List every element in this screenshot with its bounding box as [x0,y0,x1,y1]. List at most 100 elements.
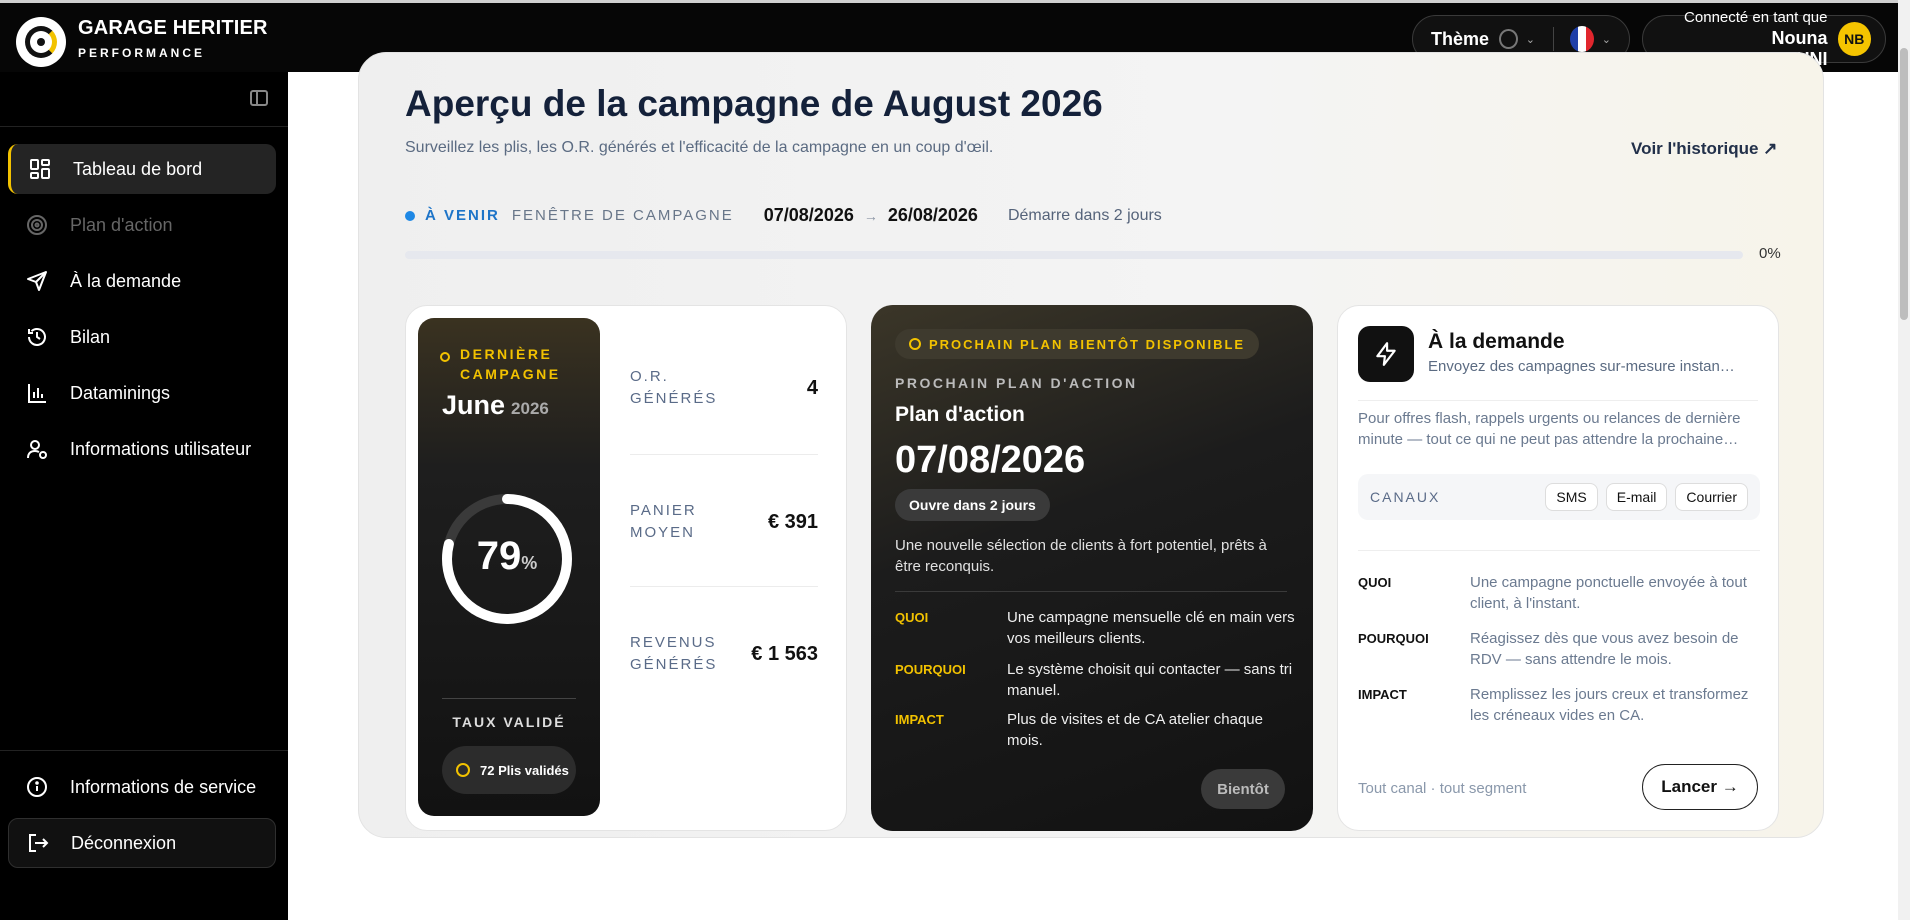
clock-icon [909,338,921,350]
bar-chart-icon [24,380,50,406]
sidebar-item-dataminings[interactable]: Dataminings [8,368,276,418]
on-demand-footer: Tout canal · tout segment [1358,780,1527,797]
sidebar-item-tableau-de-bord[interactable]: Tableau de bord [8,144,276,194]
campaign-progress-bar [405,251,1743,259]
row-key: IMPACT [895,712,944,727]
plan-row-impact: IMPACT Plus de visites et de CA atelier c… [895,709,1295,751]
lightning-icon [1358,326,1414,382]
on-demand-subtitle: Envoyez des campagnes sur-mesure instan… [1428,358,1735,375]
theme-chevron-down-icon[interactable]: ⌄ [1526,33,1535,46]
progress-percent: 0% [1759,245,1781,262]
arrow-right-icon: → [863,207,878,224]
check-circle-icon [456,763,470,777]
row-key: QUOI [895,610,929,625]
divider [1358,400,1758,401]
sidebar-item-informations-utilisateur[interactable]: Informations utilisateur [8,424,276,474]
sidebar: Tableau de bord Plan d'action À la deman… [0,72,288,920]
next-plan-description: Une nouvelle sélection de clients à fort… [895,537,1267,575]
sidebar-item-label: Bilan [70,326,111,347]
status-badge: À VENIR [425,207,500,224]
target-icon [24,212,50,238]
plan-row-quoi: QUOI Une campagne mensuelle clé en main v… [895,607,1295,649]
status-dot-icon [405,210,415,221]
date-end: 26/08/2026 [887,205,978,225]
brand-logo-icon[interactable] [16,17,66,67]
logout-icon [25,830,51,856]
last-campaign-panel: DERNIÈRE CAMPAGNE June 2026 79% TAUX VALI… [418,318,600,816]
last-campaign-tag: DERNIÈRE CAMPAGNE [460,346,561,382]
logout-button[interactable]: Déconnexion [8,818,276,868]
stat-or-generes: O.R. GÉNÉRÉS 4 [630,366,818,410]
clock-icon [440,352,450,362]
row-value: Le système choisit qui contacter — sans … [1007,661,1293,699]
page-subtitle: Surveillez les plis, les O.R. générés et… [405,139,994,156]
stat-panier-moyen: PANIER MOYEN € 391 [630,500,818,544]
row-key: POURQUOI [895,662,966,677]
lancer-button[interactable]: Lancer → [1642,764,1758,810]
rate-label: TAUX VALIDÉ [452,714,566,730]
scrollbar[interactable] [1898,0,1910,920]
page-title: Aperçu de la campagne de August 2026 [405,83,1103,124]
user-settings-icon [24,436,50,462]
divider [1358,550,1760,551]
rate-unit: % [521,553,538,573]
divider [630,454,818,455]
sidebar-item-label: Déconnexion [71,832,177,853]
sidebar-item-a-la-demande[interactable]: À la demande [8,256,276,306]
divider [0,126,288,127]
history-link[interactable]: Voir l'historique ↗ [1631,139,1777,159]
main-content: Aperçu de la campagne de August 2026 Sur… [288,52,1898,920]
row-value: Plus de visites et de CA atelier chaque … [1007,711,1263,749]
sidebar-item-label: À la demande [70,270,182,291]
plan-row-pourquoi: POURQUOI Le système choisit qui contacter… [895,659,1295,701]
rate-value: 79% [440,534,574,579]
starts-in: Démarre dans 2 jours [1007,206,1162,224]
on-demand-card: À la demande Envoyez des campagnes sur-m… [1337,305,1779,831]
rate-number: 79 [476,534,522,578]
sidebar-item-bilan[interactable]: Bilan [8,312,276,362]
brand-name: GARAGE HERITIER [78,17,268,39]
theme-label[interactable]: Thème [1431,29,1489,50]
next-plan-badge: PROCHAIN PLAN BIENTÔT DISPONIBLE [895,329,1260,359]
plis-badge: 72 Plis validés [442,746,576,794]
channel-chip-sms: SMS [1545,483,1598,511]
stat-label: PANIER MOYEN [630,502,697,541]
on-demand-row-impact: IMPACT Remplissez les jours creux et tran… [1358,684,1760,726]
last-campaign-card: DERNIÈRE CAMPAGNE June 2026 79% TAUX VALI… [405,305,847,831]
dashboard-icon [27,156,53,182]
logged-in-label: Connecté en tant que [1684,8,1828,26]
next-plan-label: PROCHAIN PLAN D'ACTION [895,375,1138,391]
french-flag-icon[interactable] [1569,26,1594,52]
avatar[interactable]: NB [1837,22,1871,56]
stat-label: REVENUS GÉNÉRÉS [630,634,718,673]
divider [895,591,1287,592]
divider [442,698,576,699]
sidebar-item-label: Informations de service [70,776,257,797]
sidebar-item-plan-action[interactable]: Plan d'action [8,200,276,250]
window-label: FENÊTRE DE CAMPAGNE [511,207,734,224]
theme-circle-icon[interactable] [1499,29,1518,49]
campaign-window: À VENIR FENÊTRE DE CAMPAGNE 07/08/2026 →… [405,205,1162,226]
stat-value: € 391 [767,510,818,533]
sidebar-item-informations-service[interactable]: Informations de service [8,762,276,812]
on-demand-row-quoi: QUOI Une campagne ponctuelle envoyée à to… [1358,572,1760,614]
scrollbar-thumb[interactable] [1900,48,1908,320]
row-key: IMPACT [1358,687,1407,702]
next-plan-card: PROCHAIN PLAN BIENTÔT DISPONIBLE PROCHAI… [871,305,1313,831]
sidebar-collapse-icon[interactable] [250,90,268,106]
send-icon [24,268,50,294]
brand-subtitle: PERFORMANCE [78,46,206,60]
row-key: QUOI [1358,575,1392,590]
stat-value: 4 [806,376,818,399]
validation-rate-ring: 79% [440,492,574,626]
sidebar-item-label: Dataminings [70,382,171,403]
info-icon [24,774,50,800]
language-chevron-down-icon[interactable]: ⌄ [1602,33,1611,46]
year-label: 2026 [511,399,549,418]
bientot-button[interactable]: Bientôt [1201,769,1285,809]
stat-revenus-generes: REVENUS GÉNÉRÉS € 1 563 [630,632,818,676]
channels-row: CANAUX SMS E-mail Courrier [1358,474,1760,520]
campaign-month: June 2026 [442,390,549,421]
row-value: Une campagne mensuelle clé en main vers … [1007,609,1295,647]
on-demand-row-pourquoi: POURQUOI Réagissez dès que vous avez beso… [1358,628,1760,670]
